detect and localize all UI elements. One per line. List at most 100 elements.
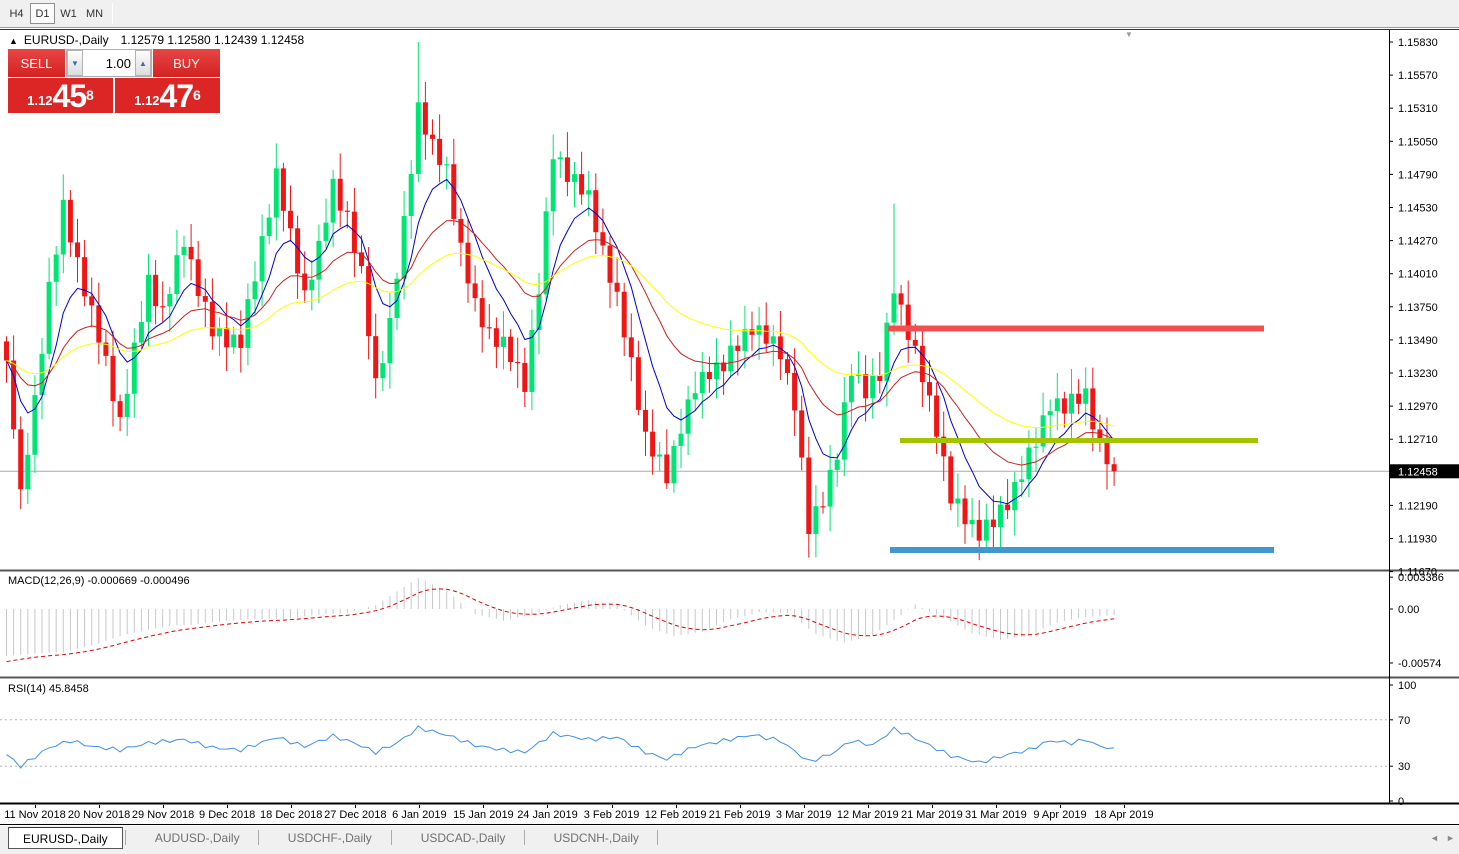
date-label: 6 Jan 2019 xyxy=(392,809,446,821)
svg-text:1.15570: 1.15570 xyxy=(1398,70,1438,82)
volume-stepper: ▼ ▲ xyxy=(66,49,152,77)
date-tick xyxy=(804,805,805,808)
date-tick xyxy=(355,805,356,808)
date-tick xyxy=(1060,805,1061,808)
svg-text:100: 100 xyxy=(1398,680,1416,692)
timeframe-toolbar: H4D1W1MN xyxy=(0,0,1459,28)
macd-label: MACD(12,26,9) -0.000669 -0.000496 xyxy=(8,575,190,587)
rsi-label: RSI(14) 45.8458 xyxy=(8,683,89,695)
volume-increase-icon[interactable]: ▲ xyxy=(135,50,151,76)
svg-text:1.14530: 1.14530 xyxy=(1398,203,1438,215)
tab-separator xyxy=(125,830,126,845)
chart-header: ▲ EURUSD-,Daily 1.12579 1.12580 1.12439 1.… xyxy=(9,33,304,47)
chart-symbol-title: EURUSD-,Daily xyxy=(24,33,109,47)
svg-text:1.15830: 1.15830 xyxy=(1398,37,1438,49)
date-tick xyxy=(35,805,36,808)
buy-button[interactable]: BUY xyxy=(152,49,220,77)
sell-price-sup: 8 xyxy=(86,78,94,112)
svg-text:1.15310: 1.15310 xyxy=(1398,103,1438,115)
date-tick xyxy=(547,805,548,808)
volume-input[interactable] xyxy=(83,50,135,76)
date-tick xyxy=(163,805,164,808)
svg-text:1.12458: 1.12458 xyxy=(1398,466,1438,478)
chart-shift-icon[interactable]: ▼ xyxy=(1125,30,1133,39)
buy-price-sup: 6 xyxy=(193,78,201,112)
timeframe-button-h4[interactable]: H4 xyxy=(4,3,29,24)
svg-text:1.15050: 1.15050 xyxy=(1398,136,1438,148)
timeframe-button-d1[interactable]: D1 xyxy=(30,3,55,24)
volume-decrease-icon[interactable]: ▼ xyxy=(67,50,83,76)
sell-price-prefix: 1.12 xyxy=(27,91,52,111)
date-label: 12 Mar 2019 xyxy=(837,809,899,821)
svg-text:1.12190: 1.12190 xyxy=(1398,500,1438,512)
buy-price-prefix: 1.12 xyxy=(134,91,159,111)
symbol-tab-audusd[interactable]: AUDUSD-,Daily xyxy=(141,827,254,849)
symbol-tab-usdcnh[interactable]: USDCNH-,Daily xyxy=(540,827,653,849)
toolbar-separator xyxy=(112,3,113,24)
date-tick xyxy=(996,805,997,808)
buy-price-main: 47 xyxy=(159,81,193,111)
date-label: 9 Apr 2019 xyxy=(1033,809,1086,821)
date-label: 18 Dec 2018 xyxy=(260,809,322,821)
date-tick xyxy=(740,805,741,808)
date-label: 31 Mar 2019 xyxy=(965,809,1027,821)
date-tick xyxy=(868,805,869,808)
svg-text:1.13490: 1.13490 xyxy=(1398,335,1438,347)
date-label: 20 Nov 2018 xyxy=(68,809,130,821)
date-tick xyxy=(676,805,677,808)
tab-scroll-right-icon[interactable]: ► xyxy=(1446,833,1455,843)
date-label: 21 Feb 2019 xyxy=(709,809,771,821)
date-tick xyxy=(291,805,292,808)
svg-text:1.13750: 1.13750 xyxy=(1398,302,1438,314)
date-label: 9 Dec 2018 xyxy=(199,809,255,821)
collapse-icon[interactable]: ▲ xyxy=(9,36,18,46)
svg-text:1.14790: 1.14790 xyxy=(1398,169,1438,181)
svg-text:1.12970: 1.12970 xyxy=(1398,401,1438,413)
svg-text:30: 30 xyxy=(1398,761,1410,773)
chart-ohlc-values: 1.12579 1.12580 1.12439 1.12458 xyxy=(121,33,305,47)
svg-text:70: 70 xyxy=(1398,715,1410,727)
timeframe-button-w1[interactable]: W1 xyxy=(56,3,81,24)
svg-text:-0.00574: -0.00574 xyxy=(1398,658,1441,670)
symbol-tab-bar: EURUSD-,Daily AUDUSD-,Daily USDCHF-,Daily U… xyxy=(0,826,1459,854)
date-label: 15 Jan 2019 xyxy=(453,809,514,821)
tab-separator xyxy=(524,830,525,845)
date-tick xyxy=(483,805,484,808)
svg-text:1.11930: 1.11930 xyxy=(1398,534,1437,546)
svg-text:1.13230: 1.13230 xyxy=(1398,368,1438,380)
date-tick xyxy=(1124,805,1125,808)
date-tick xyxy=(99,805,100,808)
one-click-trade-panel: SELL ▼ ▲ BUY 1.12 45 8 1.12 47 6 xyxy=(8,49,220,113)
date-label: 3 Mar 2019 xyxy=(776,809,832,821)
date-label: 21 Mar 2019 xyxy=(901,809,963,821)
date-label: 29 Nov 2018 xyxy=(132,809,194,821)
svg-text:0.00: 0.00 xyxy=(1398,604,1419,616)
buy-quote[interactable]: 1.12 47 6 xyxy=(115,78,220,113)
tab-separator xyxy=(258,830,259,845)
date-label: 27 Dec 2018 xyxy=(324,809,386,821)
date-label: 24 Jan 2019 xyxy=(517,809,578,821)
tab-separator xyxy=(391,830,392,845)
date-label: 3 Feb 2019 xyxy=(584,809,640,821)
date-label: 12 Feb 2019 xyxy=(645,809,707,821)
date-tick xyxy=(932,805,933,808)
symbol-tab-eurusd[interactable]: EURUSD-,Daily xyxy=(8,827,123,849)
tab-separator xyxy=(657,830,658,845)
symbol-tab-usdchf[interactable]: USDCHF-,Daily xyxy=(274,827,386,849)
symbol-tab-usdcad[interactable]: USDCAD-,Daily xyxy=(407,827,520,849)
date-axis: 11 Nov 201820 Nov 201829 Nov 2018 9 Dec 2… xyxy=(0,805,1459,825)
tab-scroll-left-icon[interactable]: ◄ xyxy=(1430,833,1439,843)
svg-text:0.003386: 0.003386 xyxy=(1398,572,1444,584)
date-tick xyxy=(612,805,613,808)
sell-quote[interactable]: 1.12 45 8 xyxy=(8,78,113,113)
svg-text:1.14270: 1.14270 xyxy=(1398,236,1438,248)
chart-canvas[interactable]: 1.15830 1.15570 1.15310 1.15050 1.14790 1.145… xyxy=(0,29,1459,805)
sell-button[interactable]: SELL xyxy=(8,49,66,77)
date-label: 18 Apr 2019 xyxy=(1094,809,1153,821)
svg-text:0: 0 xyxy=(1398,796,1404,805)
sell-price-main: 45 xyxy=(52,81,86,111)
timeframe-button-mn[interactable]: MN xyxy=(82,3,107,24)
date-tick xyxy=(227,805,228,808)
svg-text:1.14010: 1.14010 xyxy=(1398,269,1438,281)
date-label: 11 Nov 2018 xyxy=(4,809,66,821)
